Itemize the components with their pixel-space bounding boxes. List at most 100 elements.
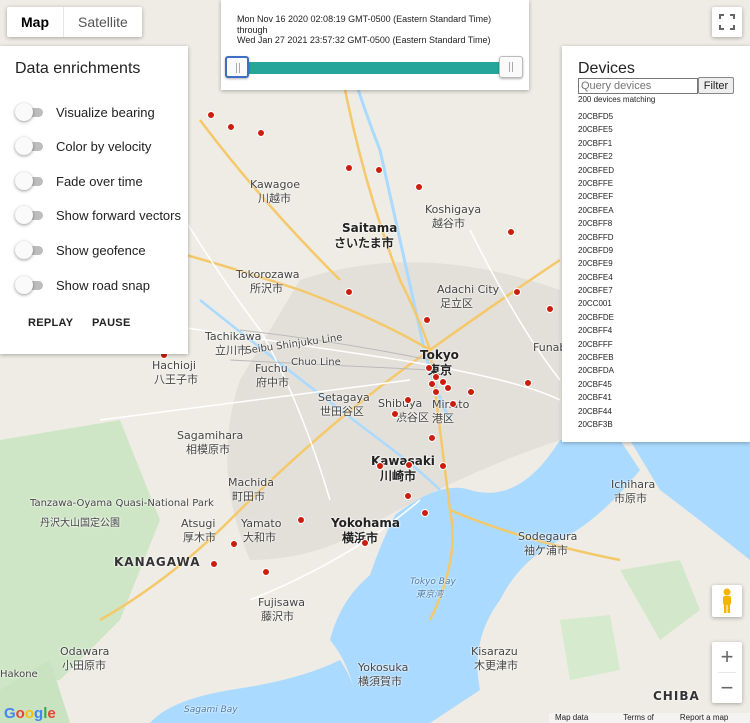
device-list-item[interactable]: 20CBFFD [578,233,614,246]
map-label-sagami-bay: Sagami Bay [184,705,238,715]
replay-button[interactable]: REPLAY [28,317,73,329]
devices-title: Devices [578,60,635,77]
toggle-label: Visualize bearing [56,104,155,120]
map-label-tokyo-bay-jp: 東京湾 [416,590,444,600]
time-range-end-handle[interactable] [499,56,523,78]
map-type-satellite-button[interactable]: Satellite [64,7,142,37]
device-marker[interactable] [423,316,431,324]
map-label-kisarazu-jp: 木更津市 [474,659,518,672]
device-list-item[interactable]: 20CBFF4 [578,326,614,339]
zoom-in-button[interactable]: + [712,642,742,672]
device-marker[interactable] [207,111,215,119]
device-marker[interactable] [375,166,383,174]
device-marker[interactable] [546,305,554,313]
device-list-item[interactable]: 20CC001 [578,299,614,312]
device-marker[interactable] [524,379,532,387]
map-label-tokorozawa-jp: 所沢市 [250,282,283,295]
device-marker[interactable] [439,462,447,470]
toggle-switch[interactable] [15,205,43,225]
toggle-color-by-velocity[interactable]: Color by velocity [15,136,151,156]
toggle-fade-over-time[interactable]: Fade over time [15,171,143,191]
device-marker[interactable] [428,434,436,442]
zoom-out-button[interactable]: − [712,673,742,703]
device-list-item[interactable]: 20CBF44 [578,407,614,420]
toggle-switch[interactable] [15,275,43,295]
device-marker[interactable] [467,388,475,396]
device-list-item[interactable]: 20CBF45 [578,380,614,393]
device-marker[interactable] [432,388,440,396]
device-list-item[interactable]: 20CBF3B [578,420,614,433]
report-error-link[interactable]: Report a map error [674,713,750,723]
device-marker[interactable] [428,380,436,388]
device-list-item[interactable]: 20CBFE7 [578,286,614,299]
device-marker[interactable] [345,288,353,296]
device-marker[interactable] [404,492,412,500]
toggle-switch[interactable] [15,136,43,156]
device-list-item[interactable]: 20CBFEB [578,353,614,366]
toggle-show-forward-vectors[interactable]: Show forward vectors [15,205,181,225]
device-marker[interactable] [449,400,457,408]
device-marker[interactable] [345,164,353,172]
device-list-item[interactable]: 20CBFEF [578,192,614,205]
data-enrichments-panel: Data enrichments Visualize bearing Color… [0,46,188,354]
device-marker[interactable] [376,462,384,470]
device-list-item[interactable]: 20CBFFF [578,340,614,353]
device-marker[interactable] [230,540,238,548]
device-list-item[interactable]: 20CBFDE [578,313,614,326]
toggle-visualize-bearing[interactable]: Visualize bearing [15,102,155,122]
pause-button[interactable]: PAUSE [92,317,131,329]
device-marker[interactable] [507,228,515,236]
device-list-item[interactable]: 20CBFDA [578,366,614,379]
map-label-hakone: Hakone [0,669,38,680]
device-list-item[interactable]: 20CBFFE [578,179,614,192]
device-list-item[interactable]: 20CBFF1 [578,139,614,152]
terms-link[interactable]: Terms of Use [617,713,674,723]
device-query-input[interactable] [578,78,698,94]
device-list: 20CBFD5 20CBFE5 20CBFF1 20CBFE2 20CBFED 20CBF… [578,112,614,433]
device-list-item[interactable]: 20CBFE2 [578,152,614,165]
device-list-item[interactable]: 20CBFD9 [578,246,614,259]
map-label-yokohama-jp: 横浜市 [342,531,379,545]
device-list-item[interactable]: 20CBF41 [578,393,614,406]
toggle-switch[interactable] [15,102,43,122]
toggle-switch[interactable] [15,171,43,191]
time-range-start: Mon Nov 16 2020 02:08:19 GMT-0500 (Easte… [237,14,492,24]
toggle-label: Show forward vectors [56,207,181,223]
map-label-atsugi-jp: 厚木市 [183,531,216,544]
device-marker[interactable] [404,396,412,404]
device-marker[interactable] [415,183,423,191]
device-marker[interactable] [391,410,399,418]
device-list-item[interactable]: 20CBFEA [578,206,614,219]
device-marker[interactable] [227,123,235,131]
device-marker[interactable] [361,539,369,547]
filter-button[interactable]: Filter [698,77,734,94]
device-list-item[interactable]: 20CBFE4 [578,273,614,286]
map-type-map-button[interactable]: Map [7,7,64,37]
device-marker[interactable] [425,364,433,372]
device-list-item[interactable]: 20CBFD5 [578,112,614,125]
map-label-ichihara-jp: 市原市 [614,492,647,505]
device-marker[interactable] [513,288,521,296]
device-marker[interactable] [405,461,413,469]
toggle-switch[interactable] [15,240,43,260]
toggle-show-geofence[interactable]: Show geofence [15,240,146,260]
device-marker[interactable] [257,129,265,137]
time-range-start-handle[interactable] [225,56,249,78]
device-list-item[interactable]: 20CBFE5 [578,125,614,138]
device-marker[interactable] [297,516,305,524]
map-label-minato-jp: 港区 [432,412,454,425]
device-marker[interactable] [262,568,270,576]
device-marker[interactable] [444,384,452,392]
device-marker[interactable] [210,560,218,568]
device-list-item[interactable]: 20CBFED [578,166,614,179]
street-view-button[interactable] [712,585,742,617]
google-logo[interactable]: Google [4,705,56,722]
device-list-item[interactable]: 20CBFE9 [578,259,614,272]
fullscreen-button[interactable] [712,7,742,37]
map-label-odawara-jp: 小田原市 [62,659,106,672]
time-range-track[interactable] [229,62,521,74]
device-list-item[interactable]: 20CBFF8 [578,219,614,232]
device-marker[interactable] [421,509,429,517]
map-footer: Map data ©2021 Terms of Use Report a map… [549,713,750,723]
toggle-show-road-snap[interactable]: Show road snap [15,275,150,295]
